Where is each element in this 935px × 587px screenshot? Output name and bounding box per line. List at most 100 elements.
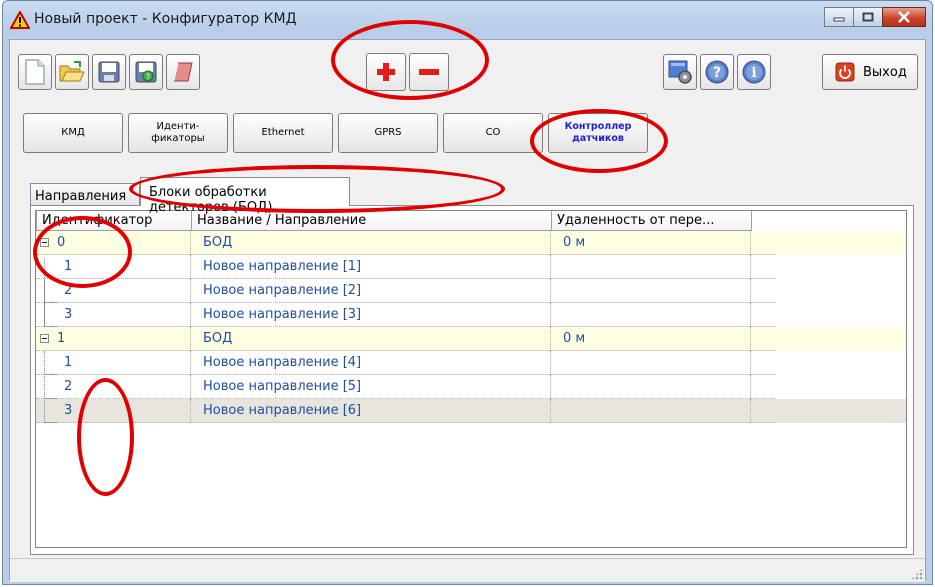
minus-icon bbox=[419, 69, 439, 75]
tree-cell: 2 bbox=[36, 279, 191, 303]
column-header-distance[interactable]: Удаленность от пере... bbox=[551, 211, 752, 231]
svg-text:?: ? bbox=[146, 73, 150, 82]
save-as-icon: ? bbox=[135, 61, 157, 83]
row-name: Новое направление [2] bbox=[191, 279, 551, 303]
save-button[interactable] bbox=[92, 54, 126, 90]
row-distance bbox=[551, 255, 751, 279]
info-button[interactable]: i bbox=[737, 54, 771, 90]
collapse-icon[interactable] bbox=[40, 238, 49, 247]
warning-icon bbox=[10, 11, 30, 29]
nav-identifiers-label: Иденти- фикаторы bbox=[151, 121, 205, 144]
save-as-button[interactable]: ? bbox=[129, 54, 163, 90]
row-distance bbox=[551, 375, 751, 399]
eraser-icon bbox=[173, 62, 193, 82]
minimize-icon bbox=[833, 17, 845, 22]
new-button[interactable] bbox=[18, 54, 52, 90]
tree-cell: 0 bbox=[36, 231, 191, 255]
nav-gprs-label: GPRS bbox=[374, 127, 402, 138]
row-distance: 0 м bbox=[551, 231, 751, 255]
client-area: ? ? i Выход КМД Иденти- фикаторы Etherne… bbox=[9, 39, 926, 582]
app-window: Новый проект - Конфигуратор КМД ? ? i Вы… bbox=[2, 0, 933, 585]
table-row[interactable]: 0 БОД 0 м bbox=[36, 231, 906, 255]
tree-cell: 3 bbox=[36, 399, 191, 423]
row-id: 3 bbox=[64, 403, 73, 418]
info-icon: i bbox=[742, 60, 766, 84]
settings-gear-icon bbox=[668, 60, 692, 84]
tree-cell: 1 bbox=[36, 327, 191, 351]
nav-identifiers[interactable]: Иденти- фикаторы bbox=[128, 113, 228, 153]
resize-grip-icon[interactable] bbox=[911, 568, 923, 580]
row-name: БОД bbox=[191, 231, 551, 255]
maximize-icon bbox=[862, 12, 874, 22]
window-title: Новый проект - Конфигуратор КМД bbox=[34, 11, 297, 27]
open-button[interactable] bbox=[55, 54, 89, 90]
table-row[interactable]: 1 Новое направление [4] bbox=[36, 351, 776, 375]
add-button[interactable] bbox=[366, 53, 406, 91]
row-distance bbox=[551, 303, 751, 327]
tree-line bbox=[45, 374, 57, 375]
table-row[interactable]: 3 Новое направление [3] bbox=[36, 303, 776, 327]
exit-button[interactable]: Выход bbox=[822, 54, 918, 90]
svg-text:i: i bbox=[751, 65, 756, 81]
table-row[interactable]: 2 Новое направление [2] bbox=[36, 279, 776, 303]
close-button[interactable] bbox=[882, 7, 926, 27]
minimize-button[interactable] bbox=[824, 7, 854, 27]
tree-cell: 1 bbox=[36, 255, 191, 279]
table-row-selected[interactable]: 3 Новое направление [6] bbox=[36, 399, 906, 423]
table-row[interactable]: 2 Новое направление [5] bbox=[36, 375, 776, 399]
tab-directions[interactable]: Направления bbox=[30, 183, 140, 205]
row-distance bbox=[551, 279, 751, 303]
nav-ethernet[interactable]: Ethernet bbox=[233, 113, 333, 153]
tree-line bbox=[45, 398, 57, 399]
clear-button[interactable] bbox=[166, 54, 200, 90]
help-button[interactable]: ? bbox=[700, 54, 734, 90]
row-name: Новое направление [4] bbox=[191, 351, 551, 375]
tree-cell: 3 bbox=[36, 303, 191, 327]
nav-kmd[interactable]: КМД bbox=[23, 113, 123, 153]
table-row[interactable]: 1 Новое направление [1] bbox=[36, 255, 776, 279]
power-icon bbox=[835, 62, 855, 82]
nav-ethernet-label: Ethernet bbox=[261, 127, 305, 138]
remove-button[interactable] bbox=[409, 53, 449, 91]
table-row[interactable]: 1 БОД 0 м bbox=[36, 327, 906, 351]
tree-cell: 1 bbox=[36, 351, 191, 375]
title-bar: Новый проект - Конфигуратор КМД bbox=[3, 1, 932, 39]
maximize-button[interactable] bbox=[853, 7, 883, 27]
row-name: Новое направление [6] bbox=[191, 399, 551, 423]
row-id: 3 bbox=[64, 307, 73, 322]
row-id: 2 bbox=[64, 379, 73, 394]
row-distance: 0 м bbox=[551, 327, 751, 351]
row-id: 1 bbox=[64, 355, 73, 370]
nav-co-label: СО bbox=[485, 127, 501, 138]
status-bar bbox=[10, 558, 925, 582]
close-icon bbox=[898, 11, 910, 23]
collapse-icon[interactable] bbox=[40, 334, 49, 343]
nav-co[interactable]: СО bbox=[443, 113, 543, 153]
row-id: 1 bbox=[57, 331, 66, 346]
exit-label: Выход bbox=[863, 64, 907, 80]
svg-text:?: ? bbox=[713, 65, 721, 81]
nav-sensor-controller-label: Контроллер датчиков bbox=[564, 121, 632, 144]
plus-icon bbox=[377, 63, 395, 81]
save-icon bbox=[98, 61, 120, 83]
row-name: Новое направление [3] bbox=[191, 303, 551, 327]
row-distance bbox=[551, 399, 751, 423]
row-id: 2 bbox=[64, 283, 73, 298]
tree-line bbox=[44, 351, 45, 423]
row-distance bbox=[551, 351, 751, 375]
settings-button[interactable] bbox=[663, 54, 697, 90]
new-file-icon bbox=[25, 59, 45, 85]
tab-detector-blocks[interactable]: Блоки обработки детекторов (БОД) bbox=[140, 177, 350, 215]
tree-line bbox=[45, 422, 57, 423]
nav-gprs[interactable]: GPRS bbox=[338, 113, 438, 153]
row-name: БОД bbox=[191, 327, 551, 351]
help-icon: ? bbox=[705, 60, 729, 84]
row-name: Новое направление [1] bbox=[191, 255, 551, 279]
tree-grid[interactable]: Идентификатор Название / Направление Уда… bbox=[35, 210, 907, 548]
nav-kmd-label: КМД bbox=[61, 127, 85, 138]
nav-sensor-controller[interactable]: Контроллер датчиков bbox=[548, 113, 648, 153]
tree-cell: 2 bbox=[36, 375, 191, 399]
row-name: Новое направление [5] bbox=[191, 375, 551, 399]
open-folder-icon bbox=[59, 61, 85, 82]
row-id: 0 bbox=[57, 235, 66, 250]
